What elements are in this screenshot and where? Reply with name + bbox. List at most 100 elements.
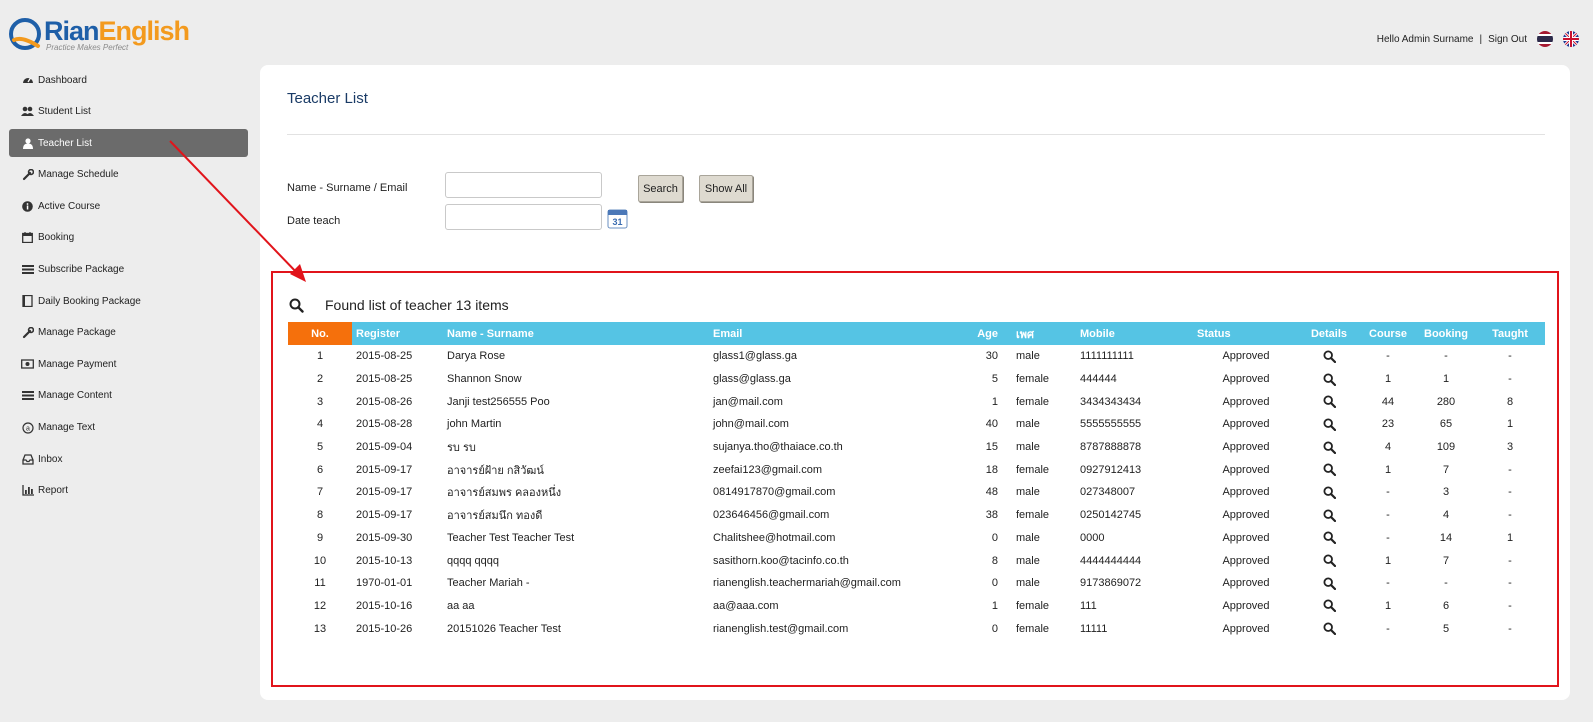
table-row: 4 2015-08-28 john Martin john@mail.com 40 mal… [288, 413, 1545, 436]
row-no: 4 [316, 418, 324, 431]
dashboard-icon [21, 74, 34, 86]
search-button[interactable]: Search [638, 175, 683, 202]
logo[interactable]: RianEnglish Practice Makes Perfect [8, 14, 208, 56]
magnifier-icon[interactable] [1322, 554, 1336, 568]
magnifier-icon[interactable] [1322, 418, 1336, 431]
row-booking: 6 [1442, 599, 1450, 612]
col-header-register[interactable]: Register [352, 322, 443, 345]
row-age: 40 [985, 418, 998, 431]
row-booking: 7 [1442, 554, 1450, 567]
row-details [1299, 572, 1359, 595]
sidebar-item-manage-content[interactable]: Manage Content [9, 382, 248, 410]
row-status: Approved [1222, 350, 1270, 363]
magnifier-icon[interactable] [1322, 350, 1336, 363]
row-no: 3 [316, 395, 324, 408]
name-search-label: Name - Surname / Email [287, 182, 408, 194]
sidebar-item-inbox[interactable]: Inbox [9, 445, 248, 473]
magnifier-icon[interactable] [1322, 441, 1336, 454]
name-search-input[interactable] [445, 172, 602, 198]
magnifier-icon[interactable] [1322, 577, 1336, 590]
sidebar-item-daily-booking-package[interactable]: Daily Booking Package [9, 287, 248, 315]
sidebar-item-label: Student List [38, 106, 91, 118]
sidebar-item-manage-package[interactable]: Manage Package [9, 319, 248, 347]
magnifier-icon[interactable] [1322, 531, 1336, 545]
col-header-course[interactable]: Course [1359, 322, 1417, 345]
row-mobile: 111 [1080, 599, 1097, 612]
row-booking: 7 [1442, 463, 1450, 476]
row-details [1299, 390, 1359, 413]
row-name: aa aa [447, 599, 475, 612]
row-course: - [1386, 350, 1390, 363]
col-header-no[interactable]: No. [288, 322, 352, 345]
sidebar-item-teacher-list[interactable]: Teacher List [9, 129, 248, 158]
row-course: 44 [1381, 395, 1395, 408]
row-details [1299, 481, 1359, 504]
search-icon [289, 298, 304, 313]
col-header-details[interactable]: Details [1299, 322, 1359, 345]
row-details [1299, 345, 1359, 368]
row-course: - [1386, 577, 1390, 590]
sidebar-item-manage-text[interactable]: a Manage Text [9, 414, 248, 442]
row-age: 18 [985, 463, 998, 476]
col-header-status[interactable]: Status [1193, 322, 1299, 345]
row-email: glass@glass.ga [713, 373, 791, 386]
date-teach-input[interactable] [445, 204, 602, 230]
sidebar-item-active-course[interactable]: Active Course [9, 192, 248, 220]
row-register: 2015-10-26 [356, 622, 413, 635]
sidebar-item-subscribe-package[interactable]: Subscribe Package [9, 256, 248, 284]
row-no: 7 [316, 486, 324, 499]
sidebar-item-label: Manage Content [38, 390, 112, 402]
row-taught: - [1508, 599, 1512, 612]
magnifier-icon[interactable] [1322, 373, 1336, 386]
sign-out-link[interactable]: Sign Out [1488, 34, 1527, 45]
row-email: Chalitshee@hotmail.com [713, 531, 836, 544]
row-mobile: 11111 [1080, 622, 1108, 635]
magnifier-icon[interactable] [1322, 599, 1336, 613]
thai-flag-icon[interactable] [1537, 31, 1553, 47]
sidebar-item-student-list[interactable]: Student List [9, 98, 248, 126]
col-header-booking[interactable]: Booking [1417, 322, 1475, 345]
sidebar-item-booking[interactable]: Booking [9, 224, 248, 252]
col-header-age[interactable]: Age [959, 322, 1012, 345]
row-course: 1 [1384, 554, 1392, 567]
row-email: 0814917870@gmail.com [713, 486, 836, 499]
sidebar-item-manage-payment[interactable]: Manage Payment [9, 350, 248, 378]
sidebar-item-manage-schedule[interactable]: Manage Schedule [9, 161, 248, 189]
row-mobile: 0250142745 [1080, 509, 1142, 522]
col-header-email[interactable]: Email [709, 322, 959, 345]
table-row: 10 2015-10-13 qqqq qqqq sasithorn.koo@tacin… [288, 549, 1545, 572]
row-course: 23 [1381, 418, 1395, 431]
row-age: 15 [985, 441, 998, 454]
col-header-name[interactable]: Name - Surname [443, 322, 709, 345]
row-taught: 8 [1506, 395, 1514, 408]
row-status: Approved [1222, 418, 1270, 431]
col-header-mobile[interactable]: Mobile [1076, 322, 1193, 345]
calendar-picker-icon[interactable]: 31 [607, 208, 628, 229]
sidebar-item-label: Daily Booking Package [38, 295, 141, 307]
row-email: sasithorn.koo@tacinfo.co.th [713, 554, 849, 567]
row-mobile: 0927912413 [1080, 463, 1142, 476]
row-booking: 5 [1442, 622, 1450, 635]
show-all-button[interactable]: Show All [699, 175, 753, 202]
magnifier-icon[interactable] [1322, 509, 1336, 522]
col-header-gender[interactable]: เพศ [1012, 322, 1076, 345]
magnifier-icon[interactable] [1322, 486, 1336, 499]
table-row: 11 1970-01-01 Teacher Mariah - rianenglish… [288, 572, 1545, 595]
row-name: Teacher Test Teacher Test [447, 531, 575, 544]
magnifier-icon[interactable] [1322, 463, 1336, 477]
row-booking: 4 [1442, 509, 1450, 522]
row-name: Janji test256555 Poo [447, 395, 550, 408]
sidebar-item-report[interactable]: Report [9, 477, 248, 505]
sidebar-nav: Dashboard Student List Teacher List Manage … [9, 66, 248, 508]
uk-flag-icon[interactable] [1563, 31, 1579, 47]
magnifier-icon[interactable] [1322, 395, 1336, 409]
row-no: 8 [316, 509, 324, 522]
magnifier-icon[interactable] [1322, 622, 1336, 636]
col-header-taught[interactable]: Taught [1475, 322, 1545, 345]
sidebar-item-dashboard[interactable]: Dashboard [9, 66, 248, 94]
info-circle-icon [21, 200, 34, 212]
row-booking: 14 [1439, 531, 1453, 544]
row-no: 13 [313, 622, 327, 635]
sidebar-item-label: Manage Payment [38, 358, 117, 370]
text-icon: a [21, 421, 34, 434]
